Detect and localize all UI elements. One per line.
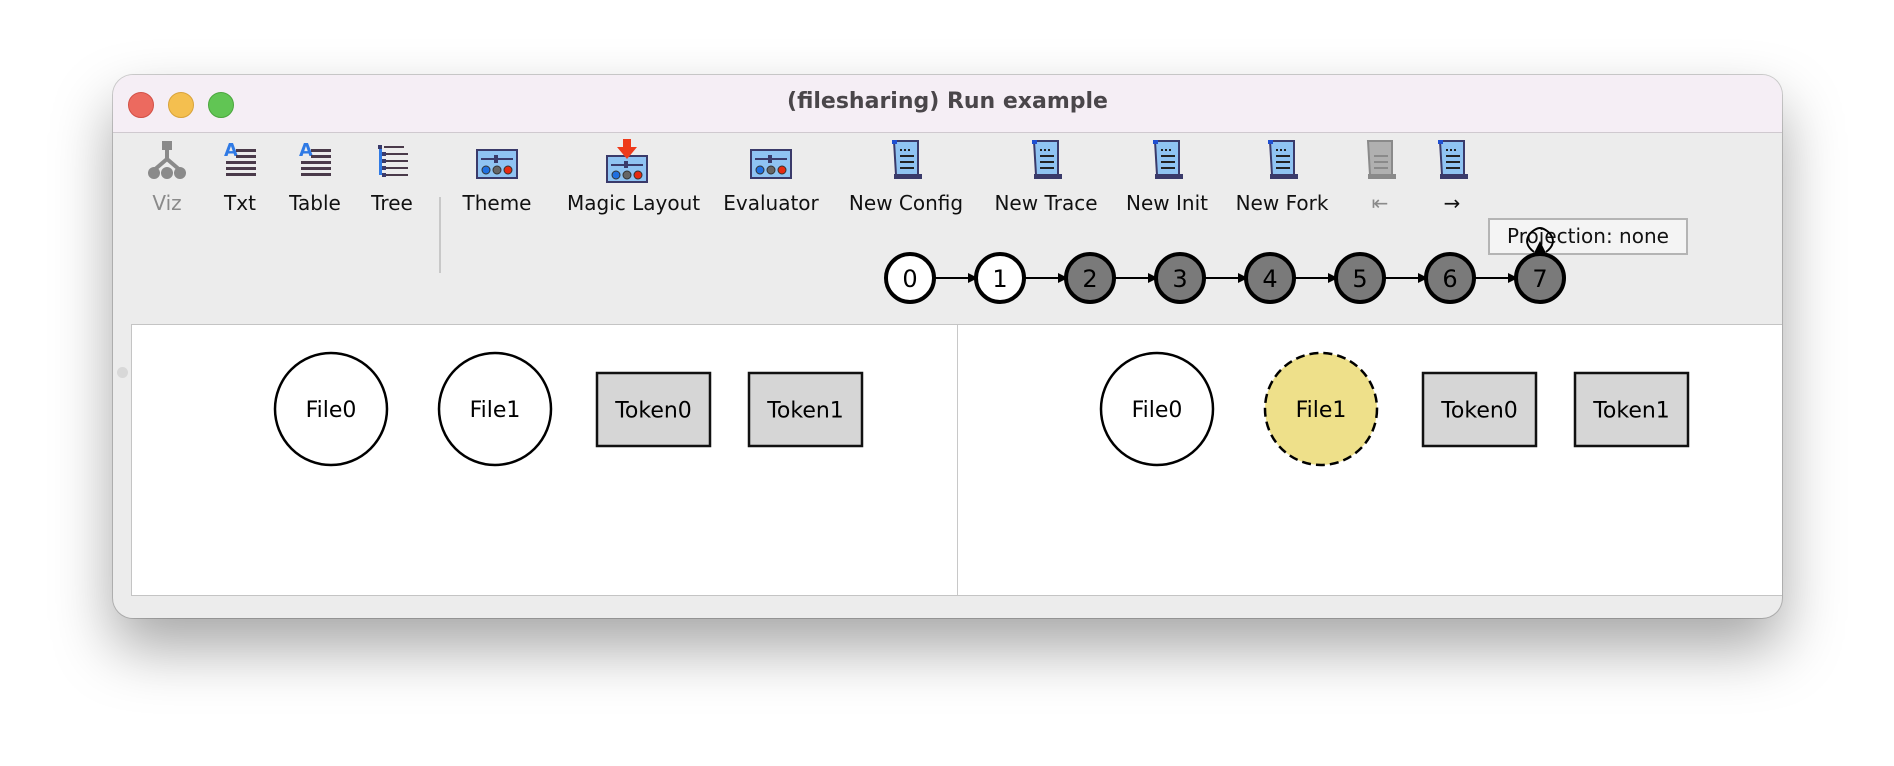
atom-token0[interactable]: Token0 <box>595 371 712 448</box>
atom-token1[interactable]: Token1 <box>747 371 864 448</box>
new-config-label: New Config <box>848 191 964 215</box>
atom-label: Token1 <box>766 399 844 424</box>
svg-text:A: A <box>224 140 238 161</box>
state-label: 3 <box>1172 265 1187 293</box>
next-state-button[interactable]: → <box>1422 133 1482 215</box>
atom-token0[interactable]: Token0 <box>1421 371 1538 448</box>
state-node[interactable]: 7 <box>1514 252 1566 304</box>
tree-button[interactable]: Tree <box>332 133 452 215</box>
new-trace-button[interactable]: New Trace <box>986 133 1106 215</box>
state-node[interactable]: 5 <box>1334 252 1386 304</box>
atom-label: File0 <box>1132 398 1183 423</box>
magic-layout-label: Magic Layout <box>567 191 701 215</box>
state-label: 0 <box>902 265 917 293</box>
atom-token1[interactable]: Token1 <box>1573 371 1690 448</box>
app-window: (filesharing) Run example Viz A Txt A Ta… <box>113 75 1782 618</box>
state-node[interactable]: 4 <box>1244 252 1296 304</box>
window-title: (filesharing) Run example <box>787 89 1108 114</box>
state-label: 4 <box>1262 265 1277 293</box>
state-node[interactable]: 1 <box>974 252 1026 304</box>
atom-label: File1 <box>1296 398 1347 423</box>
state-label: 7 <box>1532 265 1547 293</box>
atom-label: File1 <box>470 398 521 423</box>
next-state-label: → <box>1443 191 1461 215</box>
evaluator-sliders-icon <box>750 149 792 179</box>
toolbar: Viz A Txt A Table Tree Theme Magic Layou… <box>113 133 1782 273</box>
scroll-icon <box>1268 140 1298 179</box>
tree-list-icon <box>378 145 408 177</box>
svg-text:A: A <box>299 140 313 161</box>
new-init-button[interactable]: New Init <box>1107 133 1227 215</box>
evaluator-label: Evaluator <box>723 191 819 215</box>
state-label: 6 <box>1442 265 1457 293</box>
title-bar: (filesharing) Run example <box>113 75 1782 133</box>
new-config-button[interactable]: New Config <box>846 133 966 215</box>
scroll-icon <box>1366 140 1396 179</box>
self-loop-arrowhead <box>1533 241 1547 255</box>
scroll-icon <box>1438 140 1468 179</box>
splitter-handle[interactable] <box>116 365 128 381</box>
scroll-icon <box>1032 140 1062 179</box>
atom-file1[interactable]: File1 <box>437 351 553 467</box>
magic-layout-button[interactable]: Magic Layout <box>567 133 701 215</box>
new-trace-label: New Trace <box>994 191 1098 215</box>
state-node[interactable]: 6 <box>1424 252 1476 304</box>
state-graph: 0 1 2 3 4 5 6 7 <box>884 226 1566 304</box>
state-node[interactable]: 0 <box>884 252 936 304</box>
evaluator-button[interactable]: Evaluator <box>711 133 831 215</box>
atom-label: Token1 <box>1592 399 1670 424</box>
new-init-label: New Init <box>1126 191 1208 215</box>
table-lines-icon: A <box>299 140 331 176</box>
theme-label: Theme <box>462 191 532 215</box>
atom-file0[interactable]: File0 <box>273 351 389 467</box>
state-label: 5 <box>1352 265 1367 293</box>
visualization-canvas: File0 File1 Token0 Token1 File0 File1 Token0 To… <box>131 324 1782 596</box>
scroll-icon <box>1153 140 1183 179</box>
state-label: 1 <box>992 265 1007 293</box>
magic-layout-icon <box>606 139 648 183</box>
scroll-icon <box>892 140 922 179</box>
atom-file0[interactable]: File0 <box>1099 351 1215 467</box>
new-fork-label: New Fork <box>1235 191 1329 215</box>
state-node[interactable]: 3 <box>1154 252 1206 304</box>
theme-sliders-icon <box>476 149 518 179</box>
atom-label: Token0 <box>1440 399 1518 424</box>
theme-button[interactable]: Theme <box>437 133 557 215</box>
atom-label: File0 <box>306 398 357 423</box>
tree-label: Tree <box>371 191 413 215</box>
first-state-button[interactable]: ⇤ <box>1350 133 1410 215</box>
state-node[interactable]: 2 <box>1064 252 1116 304</box>
atom-file1[interactable]: File1 <box>1263 351 1379 467</box>
atom-label: Token0 <box>614 399 692 424</box>
first-state-label: ⇤ <box>1371 191 1389 215</box>
state-label: 2 <box>1082 265 1097 293</box>
panel-divider[interactable] <box>957 325 958 595</box>
new-fork-button[interactable]: New Fork <box>1222 133 1342 215</box>
